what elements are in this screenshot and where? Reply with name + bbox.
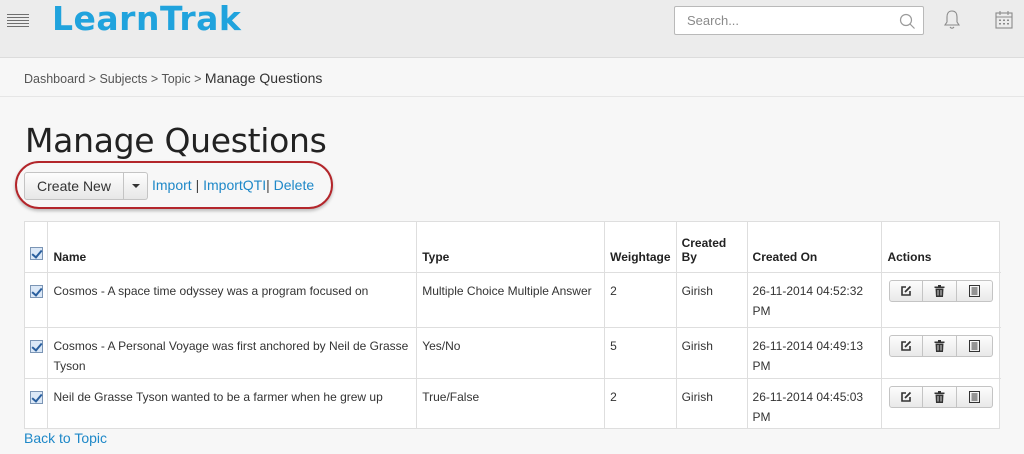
select-all-checkbox[interactable] [30,246,43,260]
header-created-by[interactable]: Created By [676,222,748,273]
breadcrumb-separator: > [88,72,96,86]
link-separator: | [195,177,200,193]
import-qti-link[interactable]: ImportQTI [203,177,266,193]
breadcrumb-current: Manage Questions [204,70,323,86]
create-new-button-group: Create New [24,172,148,200]
table-row: Neil de Grasse Tyson wanted to be a farm… [25,378,1001,428]
app-logo[interactable]: LearnTrak [52,0,241,38]
breadcrumb-topic[interactable]: Topic [161,72,190,86]
cell-name: Cosmos - A Personal Voyage was first anc… [47,327,418,379]
edit-button[interactable] [889,385,924,408]
cell-weightage: 2 [604,378,677,428]
breadcrumb-divider [0,96,1024,97]
breadcrumb-dashboard[interactable]: Dashboard [24,72,85,86]
link-separator: | [266,177,270,193]
edit-button[interactable] [889,334,924,357]
trash-icon [934,284,945,297]
delete-link[interactable]: Delete [274,177,314,193]
row-checkbox[interactable] [30,284,43,298]
cell-created-on: 26-11-2014 04:49:13 PM [747,327,883,379]
bell-icon[interactable] [943,9,961,31]
cell-type: Multiple Choice Multiple Answer [416,272,606,328]
row-checkbox-cell [25,327,49,379]
cell-weightage: 2 [604,272,677,328]
trash-icon [934,339,945,352]
details-icon [969,284,981,297]
cell-created-by: Girish [676,272,748,328]
back-to-topic-link[interactable]: Back to Topic [24,430,107,446]
table-row: Cosmos - A Personal Voyage was first anc… [25,327,1001,379]
cell-actions [881,327,1001,379]
questions-table: Name Type Weightage Created By Created O… [25,222,1001,428]
cell-type: Yes/No [416,327,606,379]
cell-actions [882,378,1001,428]
row-checkbox[interactable] [30,339,43,353]
delete-button[interactable] [923,279,958,302]
edit-icon [901,391,912,402]
edit-icon [901,340,912,351]
create-new-dropdown-toggle[interactable] [124,172,148,200]
breadcrumb-separator: > [150,72,159,86]
table-header-row: Name Type Weightage Created By Created O… [25,222,1001,273]
details-button[interactable] [957,279,994,302]
details-button[interactable] [957,334,994,357]
import-link[interactable]: Import [152,177,192,193]
header-created-on[interactable]: Created On [747,222,883,273]
cell-name: Neil de Grasse Tyson wanted to be a farm… [47,378,418,428]
cell-created-on: 26-11-2014 04:52:32 PM [747,272,883,328]
search-input[interactable] [675,7,895,34]
cell-actions [881,272,1001,328]
cell-weightage: 5 [604,327,677,379]
menu-icon[interactable] [7,14,29,30]
cell-created-by: Girish [676,378,748,428]
header-type[interactable]: Type [416,222,606,273]
header-weightage[interactable]: Weightage [604,222,677,273]
cell-name: Cosmos - A space time odyssey was a prog… [47,272,418,328]
cell-type: True/False [416,378,606,428]
header-actions: Actions [881,222,1001,273]
search-box[interactable] [674,6,924,35]
cell-created-on: 26-11-2014 04:45:03 PM [747,378,883,428]
details-icon [969,390,981,403]
edit-icon [901,285,912,296]
table-row: Cosmos - A space time odyssey was a prog… [25,272,1001,328]
row-checkbox-cell [25,378,49,428]
questions-table-container: Name Type Weightage Created By Created O… [24,221,1001,429]
details-icon [969,339,981,352]
breadcrumb: Dashboard > Subjects > Topic > Manage Qu… [24,70,322,86]
top-bar: LearnTrak [0,0,1024,58]
page-title: Manage Questions [25,121,327,160]
delete-button[interactable] [923,334,958,357]
header-name[interactable]: Name [47,222,418,273]
trash-icon [934,390,945,403]
row-actions [889,385,996,408]
breadcrumb-subjects[interactable]: Subjects [99,72,147,86]
row-actions [889,334,996,357]
search-icon[interactable] [898,12,916,30]
caret-down-icon [131,184,140,188]
cell-created-by: Girish [676,327,748,379]
breadcrumb-separator: > [194,72,202,86]
create-new-button[interactable]: Create New [24,172,124,200]
row-actions [889,279,996,302]
details-button[interactable] [957,385,994,408]
row-checkbox-cell [25,272,49,328]
delete-button[interactable] [923,385,958,408]
toolbar-links: Import | ImportQTI| Delete [152,177,314,193]
row-checkbox[interactable] [30,390,43,404]
edit-button[interactable] [889,279,924,302]
select-all-cell [25,222,49,273]
calendar-icon[interactable] [994,10,1014,30]
